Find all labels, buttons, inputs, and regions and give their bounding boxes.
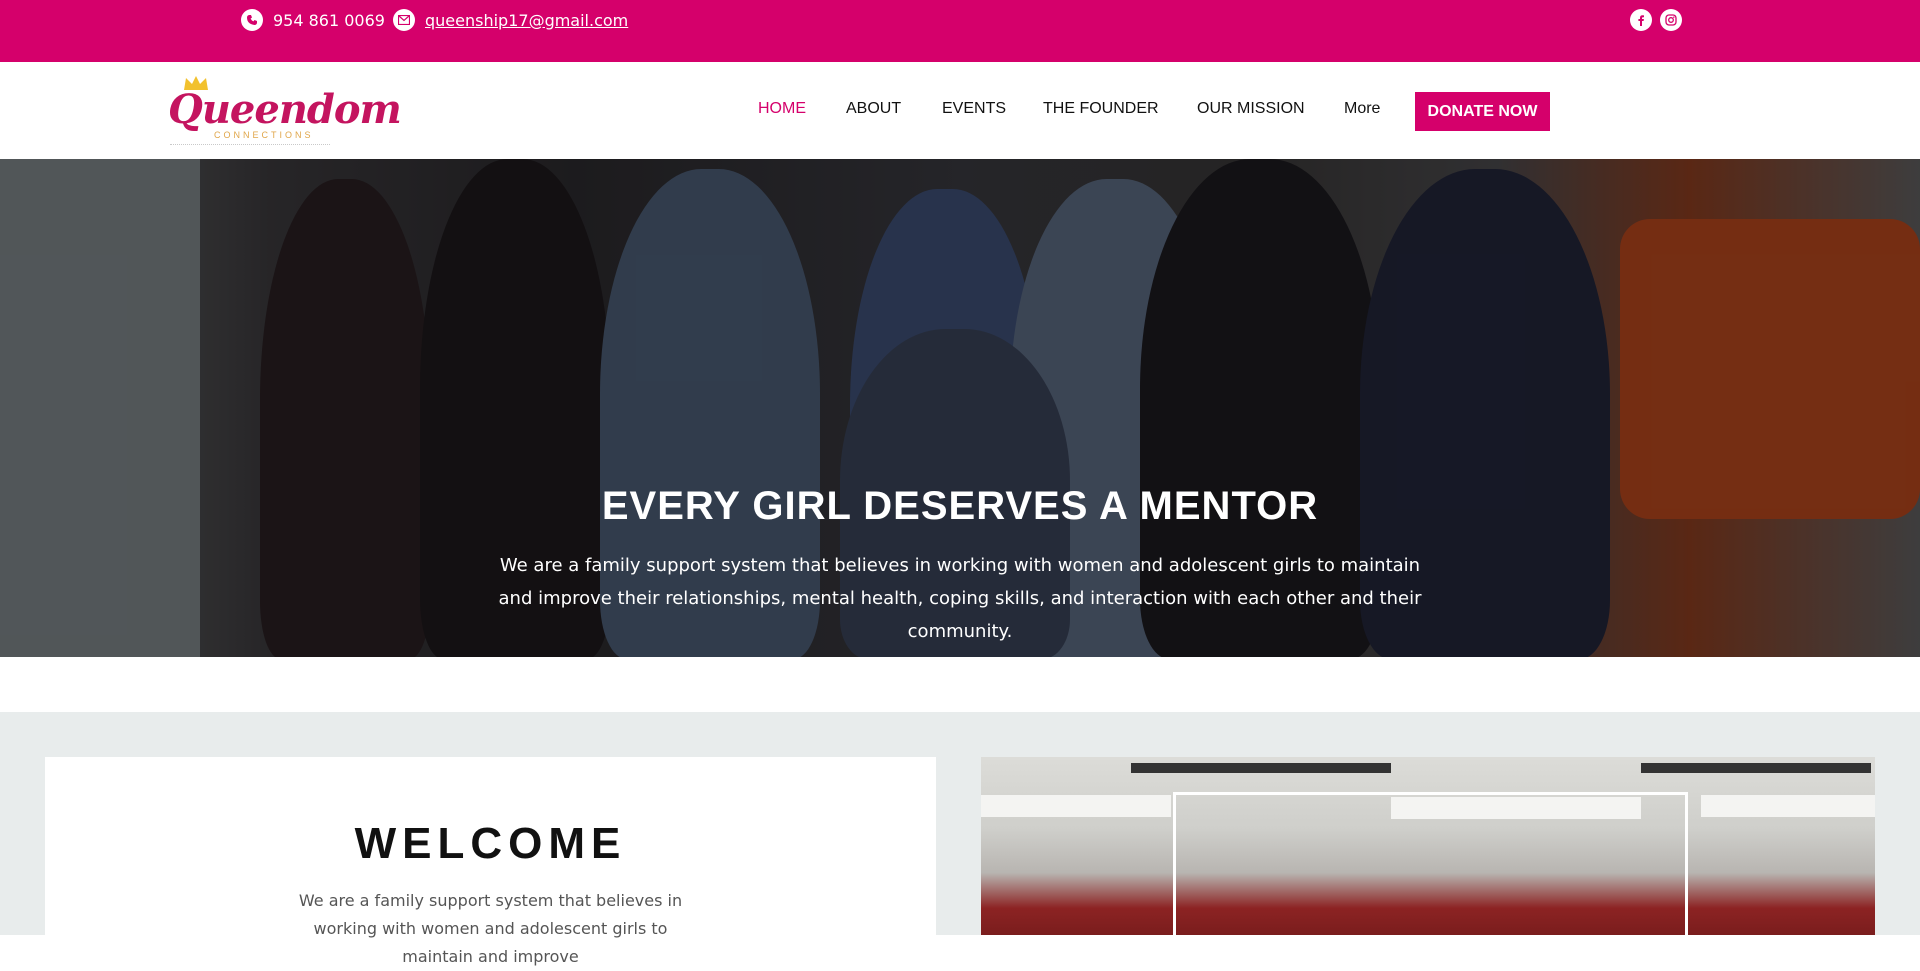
phone-number: 954 861 0069 [273,10,385,30]
logo-wordmark: Queendom [168,86,402,133]
facebook-icon[interactable] [1630,9,1652,31]
welcome-card: WELCOME We are a family support system t… [45,757,936,966]
nav-more[interactable]: More [1344,100,1380,118]
email-contact[interactable]: queenship17@gmail.com [393,9,628,31]
site-header: Queendom CONNECTIONS HOME ABOUT EVENTS T… [0,62,1920,159]
nav-the-founder[interactable]: THE FOUNDER [1043,100,1159,118]
welcome-photo [981,757,1875,935]
nav-our-mission[interactable]: OUR MISSION [1197,100,1305,118]
site-logo[interactable]: Queendom CONNECTIONS [168,74,402,148]
nav-home[interactable]: HOME [758,100,806,118]
ceiling-light [1701,795,1875,817]
social-links [1622,9,1682,31]
instagram-icon[interactable] [1660,9,1682,31]
photo-frame-overlay [1173,792,1688,935]
hero-title: EVERY GIRL DESERVES A MENTOR [601,484,1319,528]
welcome-body: We are a family support system that beli… [298,891,683,966]
ceiling-vent [1641,763,1871,773]
hero-subtitle: We are a family support system that beli… [498,555,1422,642]
top-contact-bar: 954 861 0069 queenship17@gmail.com [0,0,1920,62]
nav-about[interactable]: ABOUT [846,100,901,118]
section-spacer [0,657,1920,712]
phone-contact[interactable]: 954 861 0069 [241,9,385,31]
ceiling-light [981,795,1171,817]
welcome-title: WELCOME [354,819,627,868]
email-link[interactable]: queenship17@gmail.com [425,11,628,30]
mail-icon [393,9,415,31]
ceiling-vent [1131,763,1391,773]
donate-now-button[interactable]: DONATE NOW [1415,92,1550,131]
phone-icon [241,9,263,31]
hero-banner: EVERY GIRL DESERVES A MENTOR We are a fa… [0,159,1920,657]
logo-divider [170,144,330,145]
nav-events[interactable]: EVENTS [942,100,1006,118]
logo-subtitle: CONNECTIONS [214,130,314,140]
